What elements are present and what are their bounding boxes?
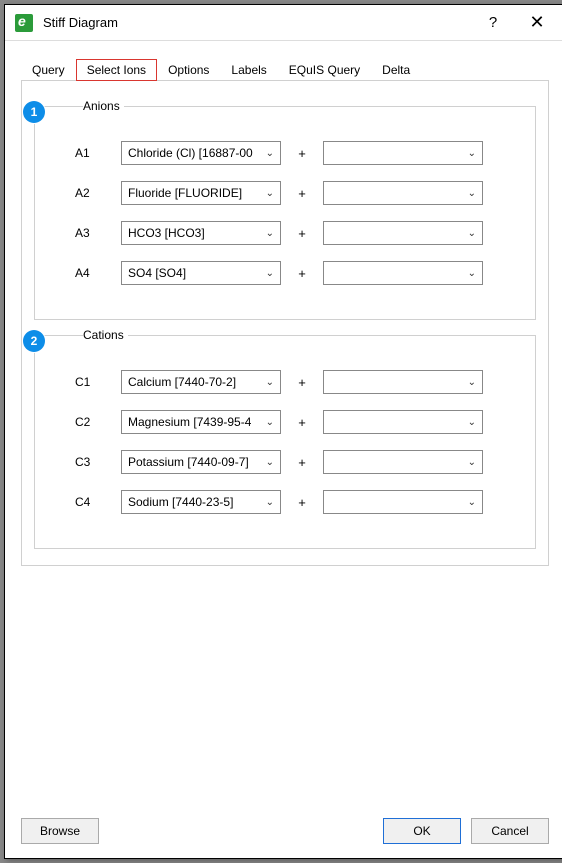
combo-c4-secondary[interactable]: ⌄ bbox=[323, 490, 483, 514]
label-c3: C3 bbox=[75, 455, 107, 469]
plus-icon: + bbox=[295, 495, 309, 510]
combo-c4-primary[interactable]: Sodium [7440-23-5] ⌄ bbox=[121, 490, 281, 514]
tab-query[interactable]: Query bbox=[21, 58, 76, 81]
cations-legend: Cations bbox=[83, 328, 128, 342]
titlebar-buttons: ? ✕ bbox=[471, 8, 559, 38]
chevron-down-icon: ⌄ bbox=[468, 497, 476, 508]
plus-icon: + bbox=[295, 146, 309, 161]
chevron-down-icon: ⌄ bbox=[468, 377, 476, 388]
anion-row-a2: A2 Fluoride [FLUORIDE] ⌄ + ⌄ bbox=[75, 181, 519, 205]
combo-value: Calcium [7440-70-2] bbox=[128, 375, 236, 389]
cations-group: 2 Cations C1 Calcium [7440-70-2] ⌄ + ⌄ C bbox=[34, 328, 536, 549]
chevron-down-icon: ⌄ bbox=[266, 417, 274, 428]
tab-strip: Query Select Ions Options Labels EQuIS Q… bbox=[21, 57, 549, 81]
chevron-down-icon: ⌄ bbox=[266, 228, 274, 239]
combo-a4-secondary[interactable]: ⌄ bbox=[323, 261, 483, 285]
combo-value: SO4 [SO4] bbox=[128, 266, 186, 280]
combo-c3-primary[interactable]: Potassium [7440-09-7] ⌄ bbox=[121, 450, 281, 474]
content-area: Query Select Ions Options Labels EQuIS Q… bbox=[5, 41, 562, 808]
label-c2: C2 bbox=[75, 415, 107, 429]
combo-c1-primary[interactable]: Calcium [7440-70-2] ⌄ bbox=[121, 370, 281, 394]
close-button[interactable]: ✕ bbox=[515, 8, 559, 38]
anion-row-a3: A3 HCO3 [HCO3] ⌄ + ⌄ bbox=[75, 221, 519, 245]
combo-c2-primary[interactable]: Magnesium [7439-95-4 ⌄ bbox=[121, 410, 281, 434]
chevron-down-icon: ⌄ bbox=[266, 188, 274, 199]
label-c4: C4 bbox=[75, 495, 107, 509]
plus-icon: + bbox=[295, 375, 309, 390]
combo-value: Magnesium [7439-95-4 bbox=[128, 415, 251, 429]
label-a2: A2 bbox=[75, 186, 107, 200]
app-icon bbox=[15, 14, 33, 32]
label-c1: C1 bbox=[75, 375, 107, 389]
combo-a4-primary[interactable]: SO4 [SO4] ⌄ bbox=[121, 261, 281, 285]
plus-icon: + bbox=[295, 455, 309, 470]
combo-a2-secondary[interactable]: ⌄ bbox=[323, 181, 483, 205]
combo-a3-secondary[interactable]: ⌄ bbox=[323, 221, 483, 245]
anions-group: 1 Anions A1 Chloride (Cl) [16887-00 ⌄ + … bbox=[34, 99, 536, 320]
tab-labels[interactable]: Labels bbox=[220, 58, 277, 81]
help-button[interactable]: ? bbox=[471, 8, 515, 38]
combo-value: Chloride (Cl) [16887-00 bbox=[128, 146, 253, 160]
tab-panel-select-ions: 1 Anions A1 Chloride (Cl) [16887-00 ⌄ + … bbox=[21, 81, 549, 566]
window-title: Stiff Diagram bbox=[43, 15, 471, 30]
tab-options[interactable]: Options bbox=[157, 58, 220, 81]
tab-equis-query[interactable]: EQuIS Query bbox=[278, 58, 371, 81]
chevron-down-icon: ⌄ bbox=[468, 417, 476, 428]
chevron-down-icon: ⌄ bbox=[468, 228, 476, 239]
chevron-down-icon: ⌄ bbox=[266, 148, 274, 159]
anion-row-a4: A4 SO4 [SO4] ⌄ + ⌄ bbox=[75, 261, 519, 285]
combo-value: HCO3 [HCO3] bbox=[128, 226, 205, 240]
cation-row-c2: C2 Magnesium [7439-95-4 ⌄ + ⌄ bbox=[75, 410, 519, 434]
tab-delta[interactable]: Delta bbox=[371, 58, 421, 81]
label-a1: A1 bbox=[75, 146, 107, 160]
chevron-down-icon: ⌄ bbox=[266, 497, 274, 508]
ok-button[interactable]: OK bbox=[383, 818, 461, 844]
chevron-down-icon: ⌄ bbox=[468, 268, 476, 279]
combo-c3-secondary[interactable]: ⌄ bbox=[323, 450, 483, 474]
chevron-down-icon: ⌄ bbox=[468, 188, 476, 199]
anion-row-a1: A1 Chloride (Cl) [16887-00 ⌄ + ⌄ bbox=[75, 141, 519, 165]
combo-a1-secondary[interactable]: ⌄ bbox=[323, 141, 483, 165]
plus-icon: + bbox=[295, 415, 309, 430]
chevron-down-icon: ⌄ bbox=[468, 457, 476, 468]
chevron-down-icon: ⌄ bbox=[266, 457, 274, 468]
dialog-footer: Browse OK Cancel bbox=[5, 808, 562, 858]
plus-icon: + bbox=[295, 186, 309, 201]
plus-icon: + bbox=[295, 266, 309, 281]
stiff-diagram-dialog: Stiff Diagram ? ✕ Query Select Ions Opti… bbox=[4, 4, 562, 859]
titlebar: Stiff Diagram ? ✕ bbox=[5, 5, 562, 41]
cation-row-c1: C1 Calcium [7440-70-2] ⌄ + ⌄ bbox=[75, 370, 519, 394]
annotation-marker-1: 1 bbox=[23, 101, 45, 123]
combo-value: Potassium [7440-09-7] bbox=[128, 455, 249, 469]
tab-select-ions[interactable]: Select Ions bbox=[76, 59, 157, 81]
combo-value: Sodium [7440-23-5] bbox=[128, 495, 233, 509]
combo-a3-primary[interactable]: HCO3 [HCO3] ⌄ bbox=[121, 221, 281, 245]
combo-a1-primary[interactable]: Chloride (Cl) [16887-00 ⌄ bbox=[121, 141, 281, 165]
combo-value: Fluoride [FLUORIDE] bbox=[128, 186, 242, 200]
label-a4: A4 bbox=[75, 266, 107, 280]
anions-legend: Anions bbox=[83, 99, 124, 113]
cation-row-c3: C3 Potassium [7440-09-7] ⌄ + ⌄ bbox=[75, 450, 519, 474]
combo-c1-secondary[interactable]: ⌄ bbox=[323, 370, 483, 394]
annotation-marker-2: 2 bbox=[23, 330, 45, 352]
combo-a2-primary[interactable]: Fluoride [FLUORIDE] ⌄ bbox=[121, 181, 281, 205]
chevron-down-icon: ⌄ bbox=[266, 268, 274, 279]
chevron-down-icon: ⌄ bbox=[266, 377, 274, 388]
combo-c2-secondary[interactable]: ⌄ bbox=[323, 410, 483, 434]
browse-button[interactable]: Browse bbox=[21, 818, 99, 844]
cancel-button[interactable]: Cancel bbox=[471, 818, 549, 844]
plus-icon: + bbox=[295, 226, 309, 241]
chevron-down-icon: ⌄ bbox=[468, 148, 476, 159]
label-a3: A3 bbox=[75, 226, 107, 240]
cation-row-c4: C4 Sodium [7440-23-5] ⌄ + ⌄ bbox=[75, 490, 519, 514]
